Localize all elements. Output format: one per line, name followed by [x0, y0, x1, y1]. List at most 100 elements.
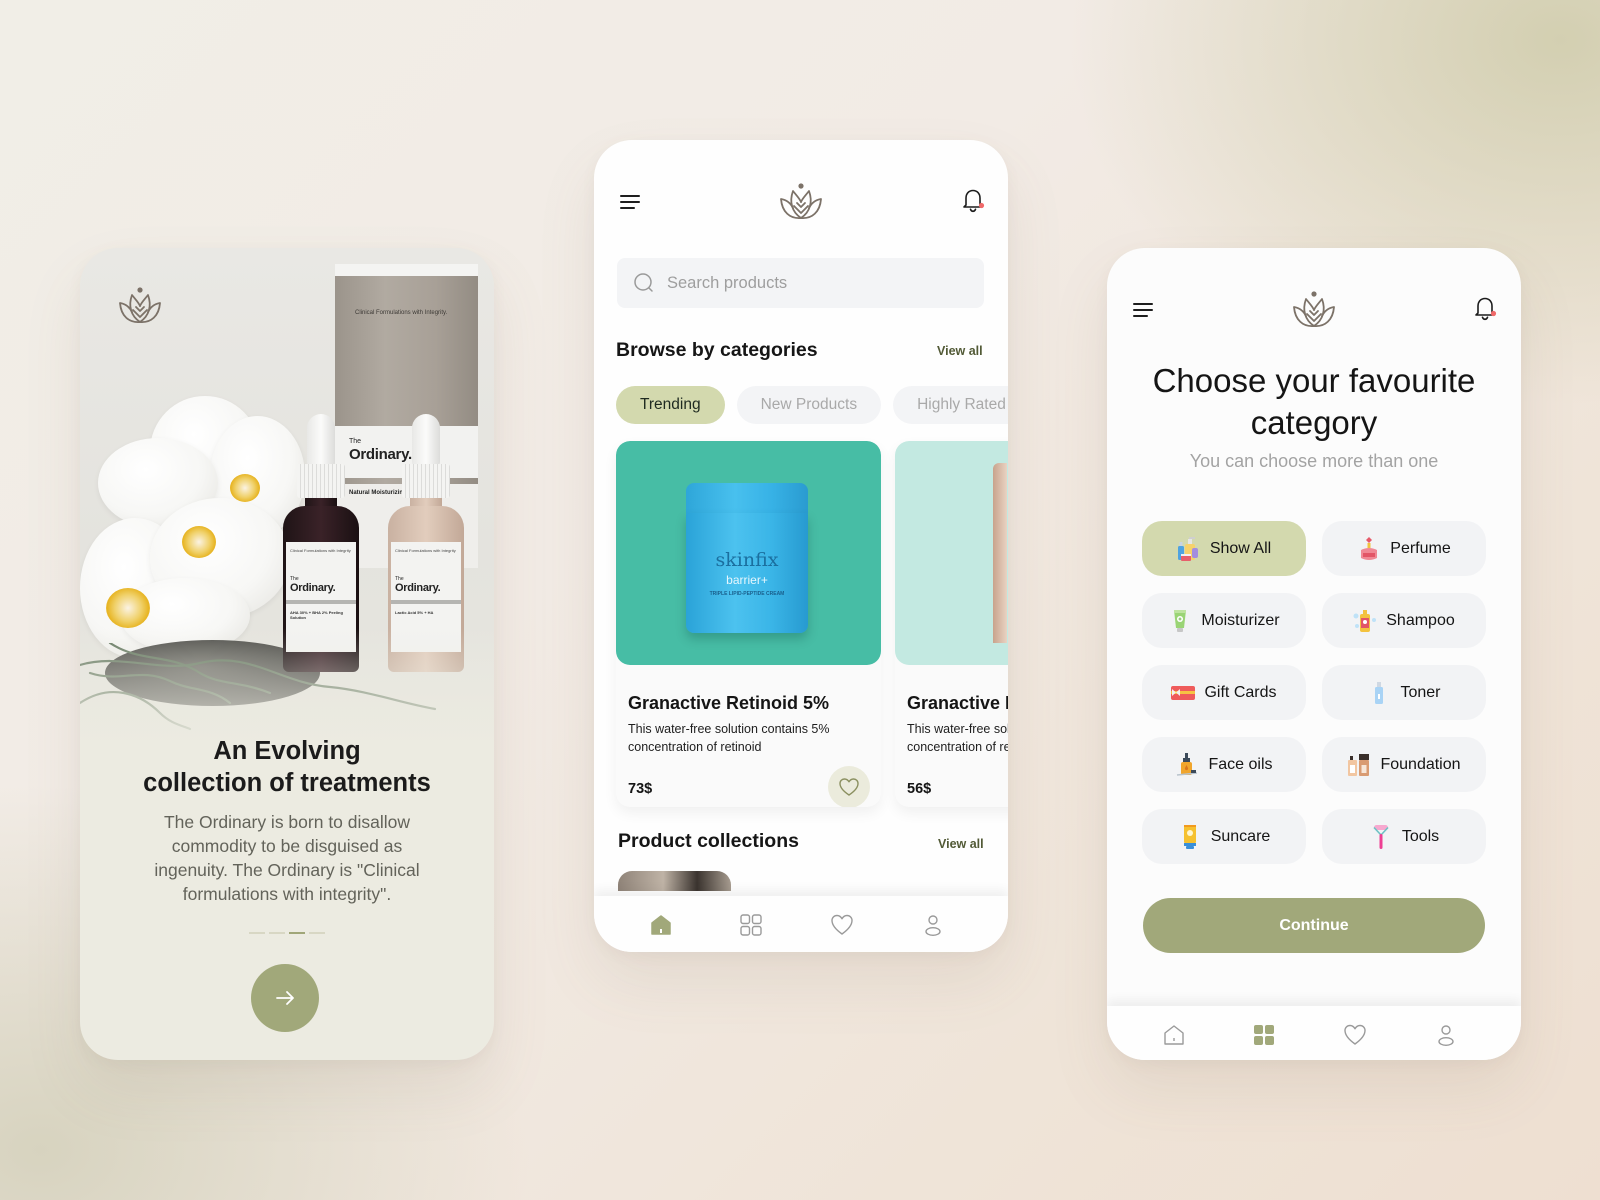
pagination-dots: [249, 932, 325, 934]
category-foundation[interactable]: Foundation: [1322, 737, 1486, 792]
jar-line: TRIPLE LIPID-PEPTIDE CREAM: [709, 591, 785, 597]
bottle2-product: Lactic Acid 5% + HA: [395, 610, 434, 615]
choose-category-screen: Choose your favourite category You can c…: [1107, 248, 1521, 1060]
bottle1-product: AHA 30% + BHA 2% Peeling Solution: [290, 610, 343, 620]
category-face-oils[interactable]: Face oils: [1142, 737, 1306, 792]
category-suncare[interactable]: Suncare: [1142, 809, 1306, 864]
skinfix-jar: skinfix barrier+ TRIPLE LIPID-PEPTIDE CR…: [686, 483, 808, 635]
browse-categories-title: Browse by categories: [616, 339, 818, 361]
product-price: 73$: [628, 781, 653, 797]
category-label: Gift Cards: [1204, 683, 1277, 701]
heart-icon: [839, 778, 859, 796]
cosmetics-set-icon: [1177, 536, 1198, 561]
light-dropper-bottle: Clinical Formulations with Integrity The…: [388, 414, 464, 684]
product-collections-title: Product collections: [618, 830, 799, 852]
sunscreen-tube-icon: [1183, 824, 1196, 849]
heart-icon[interactable]: [829, 912, 855, 938]
product-tube: [993, 463, 1007, 643]
lotus-logo-icon: [117, 286, 163, 326]
pagination-dot[interactable]: [249, 932, 265, 934]
product-card[interactable]: Granactive Retinoid 2% This water-free s…: [895, 441, 1008, 807]
heart-icon[interactable]: [1342, 1022, 1368, 1048]
product-image: skinfix barrier+ TRIPLE LIPID-PEPTIDE CR…: [616, 441, 881, 665]
orchid-center: [182, 526, 216, 558]
dark-dropper-bottle: Clinical Formulations with Integrity The…: [283, 414, 359, 684]
category-label: Face oils: [1208, 755, 1273, 773]
product-price: 56$: [907, 781, 932, 797]
favorite-button[interactable]: [828, 766, 870, 807]
grid-icon[interactable]: [738, 912, 764, 938]
title-line-1: An Evolving: [213, 737, 361, 765]
pagination-dot[interactable]: [269, 932, 285, 934]
home-icon[interactable]: [1161, 1022, 1187, 1048]
category-label: Moisturizer: [1201, 611, 1280, 629]
category-label: Perfume: [1390, 539, 1451, 557]
search-input[interactable]: [667, 273, 957, 293]
chip-trending[interactable]: Trending: [616, 386, 725, 424]
onboarding-description: The Ordinary is born to disallow commodi…: [154, 812, 420, 904]
product-name: Granactive Retinoid 5%: [628, 693, 830, 713]
chip-highly-rated[interactable]: Highly Rated: [893, 386, 1008, 424]
category-perfume[interactable]: Perfume: [1322, 521, 1486, 576]
user-icon[interactable]: [1433, 1022, 1459, 1048]
grass-stems: [80, 643, 437, 731]
orchid-center: [106, 588, 150, 628]
product-card[interactable]: skinfix barrier+ TRIPLE LIPID-PEPTIDE CR…: [616, 441, 881, 807]
next-button[interactable]: [251, 964, 319, 1032]
search-bar[interactable]: [617, 258, 984, 308]
product-image: [895, 441, 1008, 665]
grid-icon[interactable]: [1251, 1022, 1277, 1048]
bell-icon[interactable]: [961, 187, 985, 213]
category-moisturizer[interactable]: Moisturizer: [1142, 593, 1306, 648]
category-label: Foundation: [1380, 755, 1461, 773]
search-icon: [634, 273, 653, 292]
toner-bottle-icon: [1375, 681, 1384, 704]
bottle2-brand: Ordinary.: [395, 582, 441, 594]
tube-tagline: Clinical Formulations with Integrity.: [355, 310, 448, 316]
category-label: Suncare: [1210, 827, 1271, 845]
pagination-dot[interactable]: [309, 932, 325, 934]
view-all-categories-link[interactable]: View all: [937, 344, 983, 358]
category-show-all[interactable]: Show All: [1142, 521, 1306, 576]
bottle1-tagline: Clinical Formulations with Integrity: [290, 548, 351, 553]
category-shampoo[interactable]: Shampoo: [1322, 593, 1486, 648]
bottom-tab-bar: [1107, 1006, 1521, 1060]
hamburger-menu-icon[interactable]: [620, 195, 642, 211]
hero-product-photo: Clinical Formulations with Integrity. Th…: [80, 248, 494, 748]
view-all-collections-link[interactable]: View all: [938, 837, 984, 851]
category-chips: Trending New Products Highly Rated: [616, 386, 1008, 424]
continue-button[interactable]: Continue: [1143, 898, 1485, 953]
category-grid: Show All Perfume Moisturizer Shampoo Gif…: [1142, 521, 1486, 864]
perfume-icon: [1361, 536, 1378, 560]
onboarding-title: An Evolving collection of treatments: [80, 735, 494, 799]
chip-new-products[interactable]: New Products: [736, 386, 882, 424]
home-icon[interactable]: [648, 912, 674, 938]
face-roller-icon: [1373, 824, 1389, 849]
pagination-dot[interactable]: [289, 932, 305, 934]
arrow-right-icon: [276, 991, 294, 1005]
bottle2-tagline: Clinical Formulations with Integrity: [395, 548, 456, 553]
product-name: Granactive Retinoid 2%: [907, 693, 1008, 713]
title-line-2: collection of treatments: [143, 769, 431, 797]
lotus-logo-icon: [778, 182, 824, 222]
category-tools[interactable]: Tools: [1322, 809, 1486, 864]
foundation-bottles-icon: [1348, 753, 1370, 776]
jar-brand: skinfix: [715, 549, 779, 571]
bell-icon[interactable]: [1473, 295, 1497, 321]
category-label: Tools: [1401, 827, 1440, 845]
jar-sub: barrier+: [726, 573, 768, 587]
onboarding-screen: Clinical Formulations with Integrity. Th…: [80, 248, 494, 1060]
collection-thumbnail[interactable]: [618, 871, 731, 891]
face-oil-dropper-icon: [1177, 752, 1198, 776]
gift-card-icon: [1171, 685, 1196, 700]
page-title: Choose your favourite category: [1152, 362, 1476, 441]
user-icon[interactable]: [920, 912, 946, 938]
product-description: This water-free solution contains 5% con…: [628, 722, 830, 754]
product-description: This water-free solution contains 2% con…: [907, 722, 1008, 754]
category-gift-cards[interactable]: Gift Cards: [1142, 665, 1306, 720]
home-screen: Browse by categories View all Trending N…: [594, 140, 1008, 952]
category-toner[interactable]: Toner: [1322, 665, 1486, 720]
bottom-tab-bar: [594, 896, 1008, 952]
bottle1-brand: Ordinary.: [290, 582, 336, 594]
hamburger-menu-icon[interactable]: [1133, 303, 1155, 319]
